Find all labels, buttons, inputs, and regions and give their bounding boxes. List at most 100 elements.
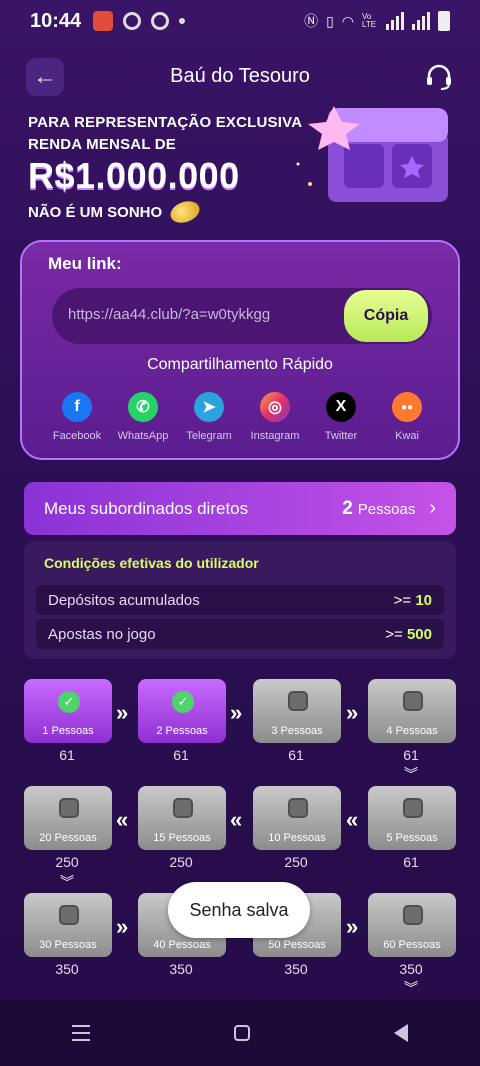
back-button[interactable]: ← xyxy=(26,58,64,96)
chrome-icon-2 xyxy=(151,12,170,30)
share-whatsapp[interactable]: ✆ WhatsApp xyxy=(110,392,176,442)
step-people-label: 50 Pessoas xyxy=(268,939,326,951)
step-reward-value: 250 xyxy=(55,854,79,870)
check-icon: ✓ xyxy=(172,691,194,713)
reward-step[interactable]: 30 Pessoas xyxy=(24,893,112,957)
banner-line-3: NÃO É UM SONHO xyxy=(28,203,163,221)
coin-icon xyxy=(167,197,203,227)
condition-value: >= 500 xyxy=(385,625,432,643)
condition-label: Apostas no jogo xyxy=(48,625,156,643)
check-icon: ✓ xyxy=(58,691,80,713)
share-instagram[interactable]: ◎ Instagram xyxy=(242,392,308,442)
battery-icon xyxy=(438,11,450,31)
lock-icon xyxy=(403,798,423,818)
step-people-label: 30 Pessoas xyxy=(39,939,97,951)
step-people-label: 2 Pessoas xyxy=(156,725,208,737)
step-people-label: 15 Pessoas xyxy=(153,832,211,844)
screen: 10:44 Ⓝ ▯ ◠ Vo LTE ← Baú do Tesouro PARA… xyxy=(0,0,480,1066)
reward-step[interactable]: ✓ 1 Pessoas xyxy=(24,679,112,743)
double-chevron-down-icon: ︾ xyxy=(60,874,74,890)
reward-step[interactable]: ✓ 2 Pessoas xyxy=(138,679,226,743)
reward-step[interactable]: 60 Pessoas xyxy=(368,893,456,957)
share-kwai[interactable]: ●● Kwai xyxy=(374,392,440,442)
banner-line-1: PARA REPRESENTAÇÃO EXCLUSIVA xyxy=(28,114,303,131)
banner-amount: R$1.000.000 xyxy=(28,155,240,196)
share-row: f Facebook ✆ WhatsApp ➤ Telegram ◎ Insta… xyxy=(44,392,440,442)
step-reward-value: 250 xyxy=(284,854,308,870)
step-reward-value: 350 xyxy=(284,961,308,977)
subordinates-count: 2 xyxy=(342,497,353,519)
share-label-twitter: Twitter xyxy=(324,430,358,442)
home-button[interactable] xyxy=(234,1025,250,1041)
more-notifications-icon xyxy=(179,18,186,24)
step-reward-value: 61 xyxy=(59,747,75,763)
reward-step[interactable]: 5 Pessoas xyxy=(368,786,456,850)
chevron-right-icon: › xyxy=(429,497,436,519)
kwai-icon: ●● xyxy=(392,392,422,422)
referral-link-card: Meu link: https://aa44.club/?a=w0tykkgg … xyxy=(20,240,460,460)
step-people-label: 1 Pessoas xyxy=(42,725,94,737)
chrome-icon xyxy=(123,12,142,30)
user-conditions-panel: Condições efetivas do utilizador Depósit… xyxy=(24,541,456,659)
banner-line-2: RENDA MENSAL DE xyxy=(28,136,177,153)
condition-label: Depósitos acumulados xyxy=(48,591,200,609)
step-people-label: 10 Pessoas xyxy=(268,832,326,844)
signal-icon-2 xyxy=(412,12,430,30)
lock-icon xyxy=(59,905,79,925)
reward-steps: ✓ 1 Pessoas 61 ✓ 2 Pessoas 61 3 Pessoas 61 4 Pes… xyxy=(0,676,480,1006)
referral-link-field[interactable]: https://aa44.club/?a=w0tykkgg Cópia xyxy=(52,288,432,344)
double-chevron-left-icon: « xyxy=(346,807,359,832)
share-label-whatsapp: WhatsApp xyxy=(117,430,169,442)
page-header: ← Baú do Tesouro xyxy=(0,50,480,102)
nfc-icon: Ⓝ xyxy=(304,13,319,29)
status-time: 10:44 xyxy=(30,9,82,32)
page-title: Baú do Tesouro xyxy=(170,64,310,87)
step-reward-value: 350 xyxy=(169,961,193,977)
conditions-title: Condições efetivas do utilizador xyxy=(44,555,259,571)
reward-step[interactable]: 3 Pessoas xyxy=(253,679,341,743)
instagram-icon: ◎ xyxy=(260,392,290,422)
direct-subordinates-button[interactable]: Meus subordinados diretos 2 Pessoas › xyxy=(24,482,456,535)
referral-url: https://aa44.club/?a=w0tykkgg xyxy=(68,306,271,323)
share-twitter[interactable]: X Twitter xyxy=(308,392,374,442)
quick-share-title: Compartilhamento Rápido xyxy=(147,356,333,373)
lock-icon xyxy=(173,798,193,818)
double-chevron-right-icon: » xyxy=(230,700,243,725)
link-label: Meu link: xyxy=(48,254,122,273)
reward-step[interactable]: 10 Pessoas xyxy=(253,786,341,850)
back-nav-button[interactable] xyxy=(394,1024,408,1042)
recent-apps-button[interactable] xyxy=(72,1025,90,1041)
headset-icon xyxy=(427,64,451,90)
double-chevron-right-icon: » xyxy=(116,700,129,725)
reward-step[interactable]: 4 Pessoas xyxy=(368,679,456,743)
double-chevron-left-icon: « xyxy=(230,807,243,832)
step-people-label: 3 Pessoas xyxy=(271,725,323,737)
share-facebook[interactable]: f Facebook xyxy=(44,392,110,442)
share-label-kwai: Kwai xyxy=(395,430,419,442)
lock-icon xyxy=(59,798,79,818)
double-chevron-right-icon: » xyxy=(346,700,359,725)
reward-step[interactable]: 20 Pessoas xyxy=(24,786,112,850)
step-people-label: 5 Pessoas xyxy=(386,832,438,844)
lock-icon xyxy=(403,905,423,925)
share-telegram[interactable]: ➤ Telegram xyxy=(176,392,242,442)
copy-button[interactable]: Cópia xyxy=(344,290,428,342)
customer-support-button[interactable] xyxy=(420,58,458,96)
whatsapp-icon: ✆ xyxy=(128,392,158,422)
volte-label: Vo LTE xyxy=(362,12,377,29)
double-chevron-left-icon: « xyxy=(116,807,129,832)
promo-banner: PARA REPRESENTAÇÃO EXCLUSIVA RENDA MENSA… xyxy=(0,104,480,230)
step-reward-value: 61 xyxy=(288,747,304,763)
step-reward-value: 350 xyxy=(55,961,79,977)
reward-step[interactable]: 15 Pessoas xyxy=(138,786,226,850)
step-reward-value: 350 xyxy=(399,961,423,977)
step-reward-value: 61 xyxy=(403,854,419,870)
telegram-icon: ➤ xyxy=(194,392,224,422)
notification-app-icon xyxy=(93,11,114,31)
lock-icon xyxy=(288,691,308,711)
lock-icon xyxy=(288,798,308,818)
subordinates-label: Meus subordinados diretos xyxy=(44,498,249,518)
share-label-telegram: Telegram xyxy=(186,430,232,442)
system-nav-bar xyxy=(0,1000,480,1066)
vibrate-icon: ▯ xyxy=(326,12,334,29)
